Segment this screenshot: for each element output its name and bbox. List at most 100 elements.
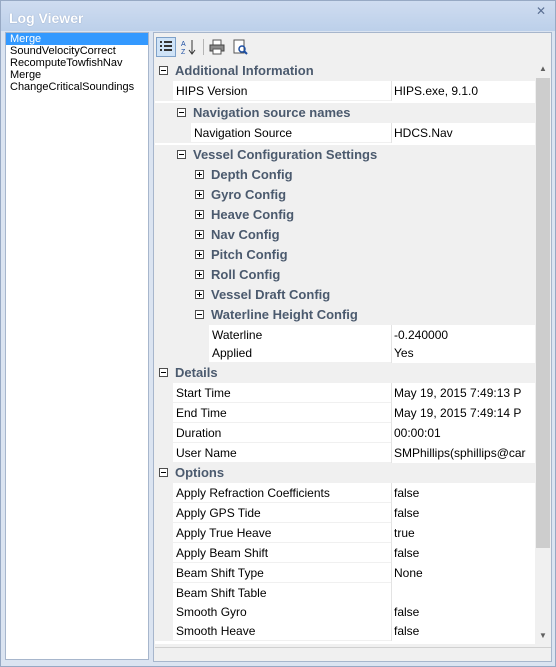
grid-category-row[interactable]: Roll Config (155, 265, 535, 285)
grid-property-row[interactable]: HIPS Version HIPS.exe, 9.1.0 (155, 81, 535, 101)
expand-plus-icon[interactable] (195, 290, 204, 299)
collapse-minus-icon[interactable] (177, 150, 186, 159)
property-value[interactable]: -0.240000 (391, 325, 535, 345)
property-label: Waterline (212, 328, 263, 342)
description-pane (155, 647, 551, 661)
category-label: Waterline Height Config (211, 307, 358, 322)
expand-plus-icon[interactable] (195, 210, 204, 219)
property-value[interactable]: None (391, 563, 535, 583)
log-viewer-window: Log Viewer ✕ Merge SoundVelocityCorrect Re… (0, 0, 556, 667)
log-entry-item[interactable]: SoundVelocityCorrect (6, 45, 148, 57)
property-value[interactable]: true (391, 523, 535, 543)
log-entry-item[interactable]: RecomputeTowfishNav (6, 57, 148, 69)
grid-category-row[interactable]: Heave Config (155, 205, 535, 225)
property-value[interactable]: false (391, 543, 535, 563)
grid-property-row[interactable]: Waterline -0.240000 (155, 325, 535, 345)
property-label: Beam Shift Table (176, 586, 267, 600)
property-label: HIPS Version (176, 84, 248, 98)
property-label: Beam Shift Type (176, 566, 264, 580)
collapse-minus-icon[interactable] (159, 368, 168, 377)
property-grid-toolbar: A Z (154, 33, 551, 61)
category-label: Additional Information (175, 63, 314, 78)
expand-plus-icon[interactable] (195, 190, 204, 199)
property-grid-panel: A Z Additional Information HIPS Version … (153, 32, 552, 662)
categorized-button[interactable] (156, 37, 176, 57)
grid-property-row[interactable]: Beam Shift Table (155, 583, 535, 603)
row-gutter (155, 602, 173, 622)
grid-property-row[interactable]: Apply GPS Tide false (155, 503, 535, 523)
property-label: Smooth Heave (176, 624, 256, 638)
grid-property-row[interactable]: Applied Yes (155, 343, 535, 363)
property-value[interactable]: false (391, 483, 535, 503)
property-value[interactable]: false (391, 621, 535, 641)
collapse-minus-icon[interactable] (195, 310, 204, 319)
category-label: Options (175, 465, 225, 480)
grid-category-row[interactable]: Details (155, 363, 535, 383)
grid-property-row[interactable]: Duration 00:00:01 (155, 423, 535, 443)
collapse-minus-icon[interactable] (177, 108, 186, 117)
grid-category-row[interactable]: Waterline Height Config (155, 305, 535, 325)
alphabetical-sort-button[interactable]: A Z (179, 37, 199, 57)
property-value[interactable]: Yes (391, 343, 535, 363)
grid-category-row[interactable]: Options (155, 463, 535, 483)
category-label: Heave Config (211, 207, 295, 222)
property-value[interactable]: HDCS.Nav (391, 123, 535, 143)
grid-category-row[interactable]: Navigation source names (155, 103, 535, 123)
row-gutter (155, 403, 173, 423)
vertical-scrollbar[interactable]: ▲ ▼ (535, 61, 551, 644)
property-value[interactable]: 00:00:01 (391, 423, 535, 443)
log-entry-item[interactable]: ChangeCriticalSoundings (6, 81, 148, 93)
property-label: Apply True Heave (176, 526, 272, 540)
grid-property-row[interactable]: Apply Refraction Coefficients false (155, 483, 535, 503)
property-value[interactable]: false (391, 503, 535, 523)
collapse-minus-icon[interactable] (159, 468, 168, 477)
scroll-up-icon[interactable]: ▲ (535, 61, 551, 77)
print-preview-icon (233, 39, 248, 55)
property-value[interactable]: May 19, 2015 7:49:14 P (391, 403, 535, 423)
property-value[interactable]: false (391, 602, 535, 622)
category-label: Gyro Config (211, 187, 287, 202)
grid-property-row[interactable]: User Name SMPhillips(sphillips@car (155, 443, 535, 463)
log-entry-list[interactable]: Merge SoundVelocityCorrect RecomputeTowfis… (5, 32, 149, 660)
log-entry-item[interactable]: Merge (6, 69, 148, 81)
collapse-minus-icon[interactable] (159, 66, 168, 75)
print-button[interactable] (207, 37, 227, 57)
grid-property-row[interactable]: Start Time May 19, 2015 7:49:13 P (155, 383, 535, 403)
grid-category-row[interactable]: Depth Config (155, 165, 535, 185)
log-entry-item[interactable]: Merge (6, 33, 148, 45)
scrollbar-thumb[interactable] (536, 78, 550, 548)
print-preview-button[interactable] (230, 37, 250, 57)
property-label: Smooth Gyro (176, 605, 247, 619)
row-gutter (155, 523, 173, 543)
grid-property-row[interactable]: Navigation Source HDCS.Nav (155, 123, 535, 143)
grid-property-row[interactable]: Apply Beam Shift false (155, 543, 535, 563)
grid-category-row[interactable]: Vessel Draft Config (155, 285, 535, 305)
row-gutter (155, 503, 173, 523)
grid-property-row[interactable]: Smooth Heave false (155, 621, 535, 641)
scroll-down-icon[interactable]: ▼ (535, 628, 551, 644)
grid-category-row[interactable]: Pitch Config (155, 245, 535, 265)
grid-property-row[interactable]: Beam Shift Type None (155, 563, 535, 583)
grid-property-row[interactable]: Apply True Heave true (155, 523, 535, 543)
grid-category-row[interactable]: Vessel Configuration Settings (155, 145, 535, 165)
expand-plus-icon[interactable] (195, 170, 204, 179)
property-value[interactable]: HIPS.exe, 9.1.0 (391, 81, 535, 101)
expand-plus-icon[interactable] (195, 230, 204, 239)
expand-plus-icon[interactable] (195, 250, 204, 259)
grid-property-row[interactable]: End Time May 19, 2015 7:49:14 P (155, 403, 535, 423)
grid-property-row[interactable]: Smooth Gyro false (155, 602, 535, 622)
property-value[interactable] (391, 583, 535, 603)
property-grid: Additional Information HIPS Version HIPS.e… (155, 61, 535, 644)
grid-category-row[interactable]: Gyro Config (155, 185, 535, 205)
property-value[interactable]: SMPhillips(sphillips@car (391, 443, 535, 463)
grid-category-row[interactable]: Nav Config (155, 225, 535, 245)
grid-category-row[interactable]: Additional Information (155, 61, 535, 81)
property-label: Apply Beam Shift (176, 546, 269, 560)
property-label: Duration (176, 426, 222, 440)
alphabetical-sort-icon: A Z (181, 40, 196, 56)
title-bar[interactable]: Log Viewer ✕ (1, 1, 555, 31)
property-label: Apply Refraction Coefficients (176, 486, 330, 500)
close-icon[interactable]: ✕ (536, 5, 546, 17)
property-value[interactable]: May 19, 2015 7:49:13 P (391, 383, 535, 403)
expand-plus-icon[interactable] (195, 270, 204, 279)
